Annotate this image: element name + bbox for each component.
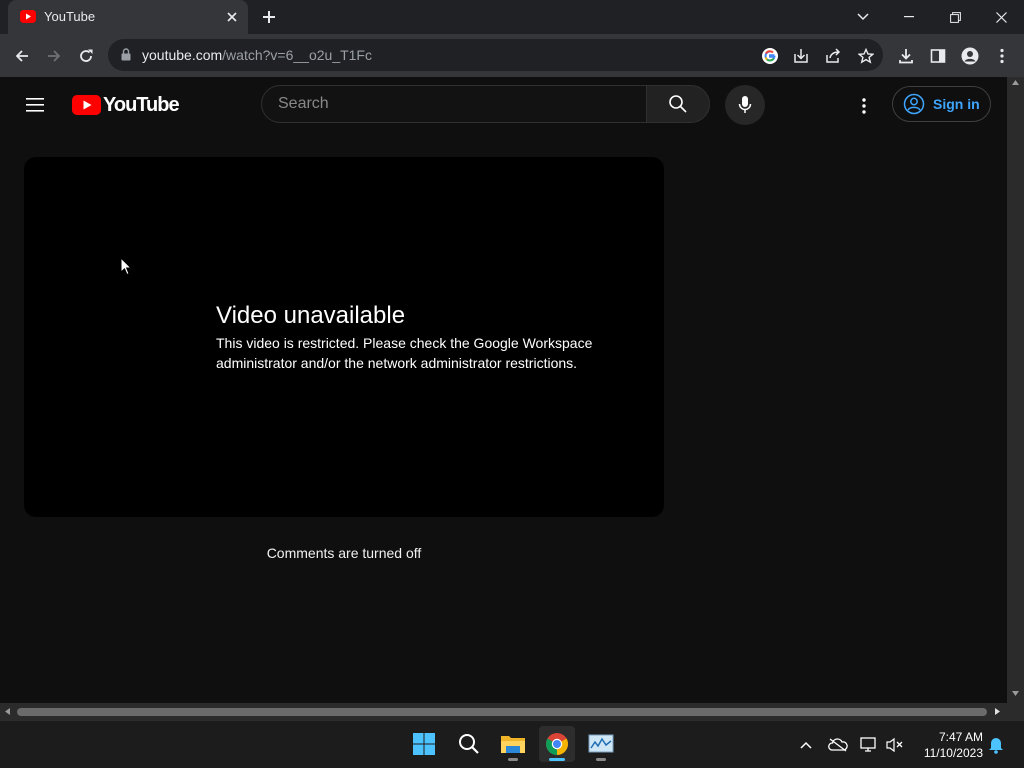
scroll-right-arrow-icon[interactable]	[995, 708, 1000, 715]
settings-menu-button[interactable]	[852, 94, 876, 118]
windows-taskbar: 7:47 AM 11/10/2023	[0, 720, 1024, 768]
forward-button[interactable]	[40, 42, 68, 70]
account-circle-icon	[903, 93, 925, 115]
search-input[interactable]	[262, 86, 632, 122]
chevron-down-icon	[857, 13, 869, 21]
horizontal-scrollbar[interactable]	[0, 703, 1007, 720]
volume-tray-button[interactable]	[885, 735, 905, 755]
performance-monitor-icon	[588, 734, 614, 753]
file-explorer-button[interactable]	[495, 726, 531, 762]
browser-tab-youtube[interactable]: YouTube	[8, 0, 248, 34]
bookmark-star-button[interactable]	[856, 46, 876, 66]
taskbar-clock[interactable]: 7:47 AM 11/10/2023	[905, 729, 983, 761]
google-lens-button[interactable]	[760, 46, 780, 66]
minimize-button[interactable]	[886, 0, 932, 34]
network-icon	[860, 737, 876, 752]
youtube-page: YouTube Sign in Video unavailable This v…	[0, 77, 1007, 703]
scrollbar-corner	[1007, 703, 1024, 720]
star-icon	[858, 48, 874, 64]
youtube-favicon-icon	[20, 10, 36, 23]
vertical-scrollbar[interactable]	[1007, 77, 1024, 703]
running-indicator	[596, 758, 606, 761]
hamburger-menu-icon[interactable]	[24, 95, 48, 115]
search-icon	[459, 734, 479, 754]
restore-button[interactable]	[932, 0, 978, 34]
install-app-button[interactable]	[791, 46, 811, 66]
network-tray-button[interactable]	[859, 735, 879, 755]
folder-icon	[501, 736, 525, 753]
install-icon	[794, 49, 808, 63]
clock-date: 11/10/2023	[923, 746, 983, 760]
taskbar-search-button[interactable]	[451, 726, 487, 762]
onedrive-offline-icon	[828, 738, 848, 752]
video-player[interactable]: Video unavailable This video is restrict…	[24, 157, 664, 517]
search-button[interactable]	[646, 85, 710, 123]
url-path: /watch?v=6__o2u_T1Fc	[222, 47, 372, 63]
close-icon	[995, 11, 1007, 23]
volume-muted-icon	[886, 737, 903, 753]
back-button[interactable]	[8, 42, 36, 70]
browser-tab-strip: YouTube	[0, 0, 1024, 34]
sign-in-button[interactable]: Sign in	[892, 86, 991, 122]
profile-icon	[961, 47, 979, 65]
minimize-icon	[904, 16, 914, 18]
url-text: youtube.com/watch?v=6__o2u_T1Fc	[142, 47, 372, 63]
url-host: youtube.com	[142, 47, 223, 63]
reload-icon	[80, 49, 93, 62]
tab-title: YouTube	[44, 9, 96, 24]
mouse-cursor-icon	[120, 257, 132, 276]
lock-icon[interactable]	[121, 48, 131, 61]
side-panel-icon	[930, 49, 946, 63]
chevron-up-icon	[800, 741, 812, 749]
browser-toolbar: youtube.com/watch?v=6__o2u_T1Fc	[0, 34, 1024, 78]
tab-close-icon[interactable]	[225, 10, 239, 24]
chrome-taskbar-button[interactable]	[539, 726, 575, 762]
search-icon	[669, 95, 687, 113]
bell-icon	[989, 738, 1003, 754]
search-box	[261, 85, 646, 123]
arrow-right-icon	[48, 50, 61, 62]
running-indicator	[508, 758, 518, 761]
arrow-left-icon	[15, 50, 28, 62]
windows-logo-icon	[413, 733, 435, 755]
new-tab-plus-icon[interactable]	[261, 9, 277, 25]
scroll-up-arrow-icon[interactable]	[1012, 80, 1019, 85]
voice-search-button[interactable]	[725, 85, 765, 125]
youtube-play-icon	[72, 95, 101, 115]
vertical-dots-icon	[1000, 48, 1004, 64]
error-title: Video unavailable	[216, 302, 406, 329]
share-button[interactable]	[823, 46, 843, 66]
download-icon	[899, 49, 913, 64]
active-indicator	[549, 758, 565, 761]
reload-button[interactable]	[72, 42, 100, 70]
profile-button[interactable]	[956, 42, 984, 70]
microphone-icon	[738, 96, 752, 113]
error-message: This video is restricted. Please check t…	[216, 335, 593, 371]
youtube-logo[interactable]: YouTube	[72, 93, 180, 116]
youtube-wordmark: YouTube	[103, 93, 180, 116]
comments-disabled-notice: Comments are turned off	[266, 545, 422, 561]
sign-in-label: Sign in	[933, 96, 980, 112]
start-button[interactable]	[406, 726, 442, 762]
scroll-left-arrow-icon[interactable]	[5, 708, 10, 715]
address-bar[interactable]: youtube.com/watch?v=6__o2u_T1Fc	[108, 39, 883, 71]
close-window-button[interactable]	[978, 0, 1024, 34]
restore-icon	[949, 11, 961, 23]
google-g-icon	[762, 48, 778, 64]
scroll-down-arrow-icon[interactable]	[1012, 691, 1019, 696]
monitor-app-button[interactable]	[583, 726, 619, 762]
onedrive-tray-button[interactable]	[828, 735, 848, 755]
clock-time: 7:47 AM	[938, 730, 983, 744]
side-panel-button[interactable]	[924, 42, 952, 70]
vertical-dots-icon	[862, 98, 866, 114]
tab-search-button[interactable]	[840, 0, 886, 34]
downloads-button[interactable]	[892, 42, 920, 70]
notifications-button[interactable]	[986, 735, 1006, 755]
share-icon	[826, 48, 841, 63]
show-hidden-icons-button[interactable]	[796, 735, 816, 755]
chrome-icon	[546, 733, 568, 755]
horizontal-scroll-thumb[interactable]	[17, 708, 987, 716]
chrome-menu-button[interactable]	[988, 42, 1016, 70]
